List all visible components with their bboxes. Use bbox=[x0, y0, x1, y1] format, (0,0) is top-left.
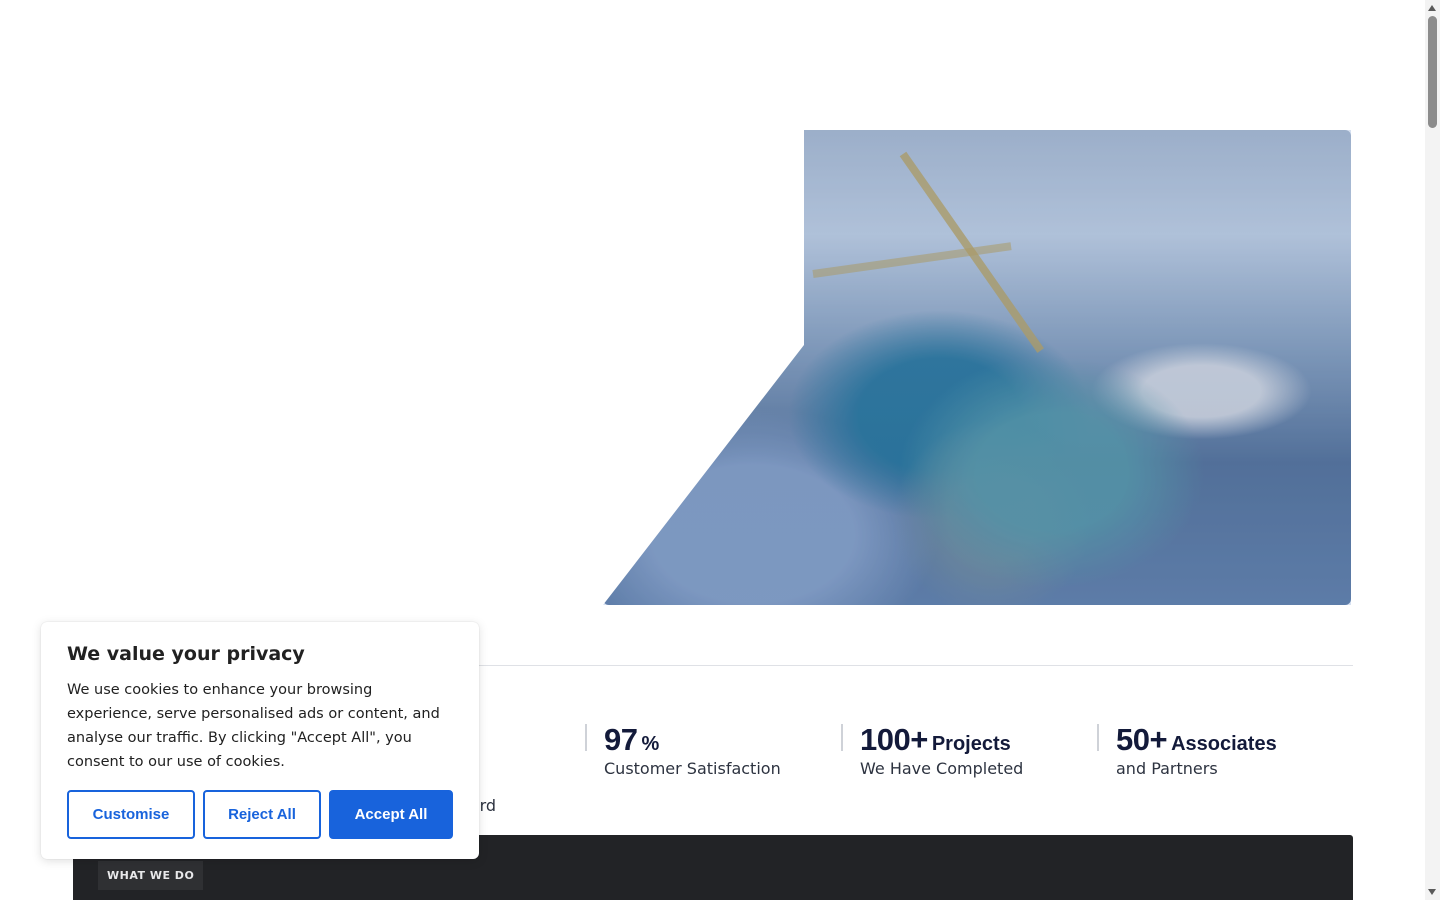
stat-value: 97 bbox=[604, 722, 638, 757]
page-scrollbar[interactable] bbox=[1425, 0, 1440, 900]
stat-item: 100+ Projects We Have Completed bbox=[841, 722, 1023, 778]
hero-image-overlay bbox=[603, 130, 1351, 605]
cookie-title: We value your privacy bbox=[67, 643, 305, 665]
stat-suffix: % bbox=[641, 733, 660, 755]
stat-suffix: Associates bbox=[1171, 733, 1277, 755]
stat-suffix: Projects bbox=[931, 733, 1011, 755]
stat-divider-bar bbox=[585, 724, 587, 751]
scroll-down-icon[interactable] bbox=[1428, 889, 1436, 895]
stat-divider-bar bbox=[841, 724, 843, 751]
stat-label: Customer Satisfaction bbox=[604, 759, 781, 778]
accept-all-button[interactable]: Accept All bbox=[329, 790, 453, 839]
reject-all-button[interactable]: Reject All bbox=[203, 790, 321, 839]
stat-item: 97% Customer Satisfaction bbox=[585, 722, 781, 778]
stat-label: and Partners bbox=[1116, 759, 1218, 778]
scroll-up-icon[interactable] bbox=[1428, 5, 1436, 11]
hero-image bbox=[603, 130, 1351, 605]
stat-divider-bar bbox=[1097, 724, 1099, 751]
stat-item: 50+ Associates and Partners bbox=[1097, 722, 1277, 778]
section-tag: WHAT WE DO bbox=[98, 861, 204, 890]
customise-button[interactable]: Customise bbox=[67, 790, 195, 839]
stat-label: We Have Completed bbox=[860, 759, 1024, 778]
scrollbar-thumb[interactable] bbox=[1428, 16, 1437, 128]
cookie-description: We use cookies to enhance your browsing … bbox=[67, 682, 440, 770]
stat-value: 100+ bbox=[860, 722, 928, 757]
stat-value: 50+ bbox=[1116, 722, 1168, 757]
cookie-consent-banner: We value your privacy We use cookies to … bbox=[41, 622, 479, 859]
